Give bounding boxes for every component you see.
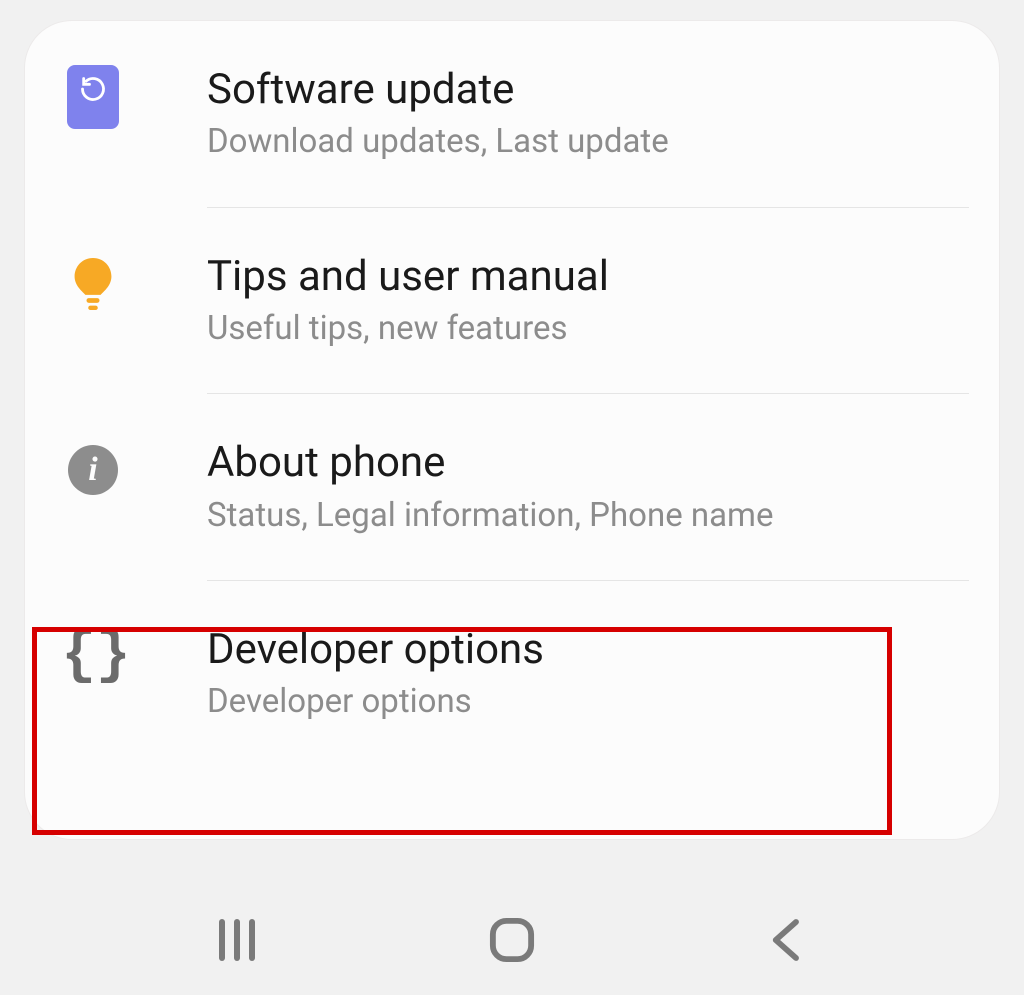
navigation-bar	[0, 885, 1024, 995]
settings-item-developer-options[interactable]: { } Developer options Developer options	[25, 581, 999, 767]
settings-item-subtitle: Status, Legal information, Phone name	[207, 495, 969, 536]
home-icon	[485, 913, 539, 967]
update-icon	[67, 65, 119, 129]
settings-item-about-phone[interactable]: i About phone Status, Legal information,…	[25, 394, 999, 580]
settings-item-title: Software update	[207, 65, 969, 115]
settings-item-tips[interactable]: Tips and user manual Useful tips, new fe…	[25, 208, 999, 394]
settings-item-title: About phone	[207, 438, 969, 488]
settings-item-subtitle: Download updates, Last update	[207, 121, 969, 162]
nav-recents-button[interactable]	[177, 919, 297, 961]
nav-home-button[interactable]	[452, 913, 572, 967]
info-icon: i	[68, 445, 118, 495]
nav-back-button[interactable]	[727, 913, 847, 967]
braces-icon: { }	[61, 628, 124, 686]
back-icon	[760, 913, 814, 967]
recents-icon	[219, 919, 255, 961]
settings-item-title: Developer options	[207, 625, 969, 675]
settings-card: Software update Download updates, Last u…	[24, 20, 1000, 840]
lightbulb-icon	[67, 258, 119, 310]
settings-item-title: Tips and user manual	[207, 252, 969, 302]
settings-item-subtitle: Useful tips, new features	[207, 308, 969, 349]
settings-item-software-update[interactable]: Software update Download updates, Last u…	[25, 21, 999, 207]
settings-item-subtitle: Developer options	[207, 681, 969, 722]
